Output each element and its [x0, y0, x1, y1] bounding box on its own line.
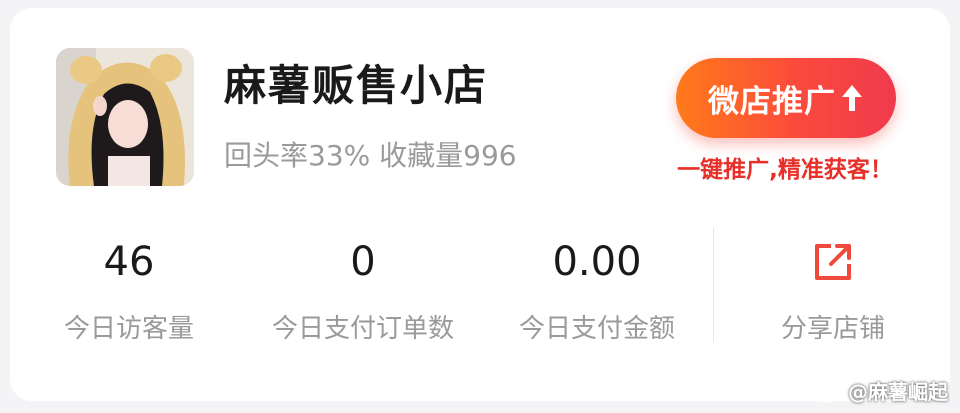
metric-value: 0: [350, 239, 376, 285]
weibo-icon: [815, 380, 843, 402]
up-arrow-icon: [840, 83, 864, 113]
metric-label: 今日访客量: [63, 314, 194, 344]
shop-stats: 回头率33% 收藏量996: [224, 139, 517, 172]
metric-visitors[interactable]: 46 今日访客量: [56, 238, 202, 345]
metric-value: 0.00: [552, 239, 642, 285]
divider: [713, 228, 714, 342]
metric-value: 46: [103, 239, 155, 285]
watermark: @麻薯崛起: [814, 376, 948, 405]
share-external-icon: [760, 238, 906, 286]
share-shop-label: 分享店铺: [780, 314, 885, 344]
promote-button-label: 微店推广: [708, 83, 836, 120]
watermark-text: @麻薯崛起: [848, 380, 948, 404]
share-shop-button[interactable]: 分享店铺: [760, 238, 906, 345]
metric-amount[interactable]: 0.00 今日支付金额: [510, 238, 684, 345]
promote-button[interactable]: 微店推广: [676, 58, 896, 138]
shop-avatar[interactable]: [56, 48, 194, 186]
promote-subtitle: 一键推广,精准获客！: [677, 157, 893, 183]
metric-orders[interactable]: 0 今日支付订单数: [262, 238, 464, 345]
shop-name: 麻薯贩售小店: [224, 61, 489, 110]
metric-label: 今日支付订单数: [271, 314, 454, 344]
metric-label: 今日支付金额: [518, 314, 675, 344]
